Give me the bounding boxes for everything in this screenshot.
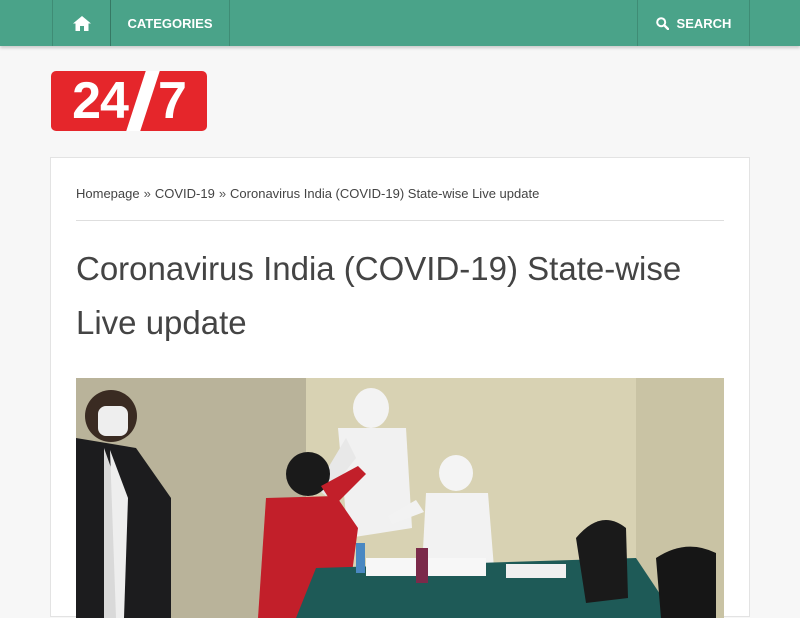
top-nav-bar: CATEGORIES SEARCH <box>0 0 800 46</box>
categories-label: CATEGORIES <box>127 15 213 31</box>
breadcrumb-separator: » <box>143 186 151 201</box>
home-icon <box>72 15 91 31</box>
breadcrumb-homepage-link[interactable]: Homepage <box>76 186 140 201</box>
logo-text-left: 24 <box>72 72 129 130</box>
site-logo[interactable]: 24 7 <box>51 71 207 131</box>
search-icon <box>655 16 669 30</box>
article-title: Coronavirus India (COVID-19) State-wise … <box>76 250 682 341</box>
breadcrumb-separator: » <box>218 186 227 201</box>
article-card: Homepage» COVID-19» Coronavirus India (COV… <box>50 157 750 618</box>
home-button[interactable] <box>52 0 111 46</box>
logo-slash <box>126 71 160 131</box>
breadcrumb-covid-link[interactable]: COVID-19 <box>155 186 215 201</box>
search-button[interactable]: SEARCH <box>637 0 750 46</box>
logo-text-right: 7 <box>157 72 187 130</box>
categories-menu[interactable]: CATEGORIES <box>110 0 230 46</box>
article-featured-image[interactable] <box>76 378 724 618</box>
search-label: SEARCH <box>676 15 732 31</box>
breadcrumb-current: Coronavirus India (COVID-19) State-wise … <box>230 186 540 201</box>
breadcrumb: Homepage» COVID-19» Coronavirus India (COV… <box>76 186 724 221</box>
featured-photo-illustration <box>76 378 724 618</box>
